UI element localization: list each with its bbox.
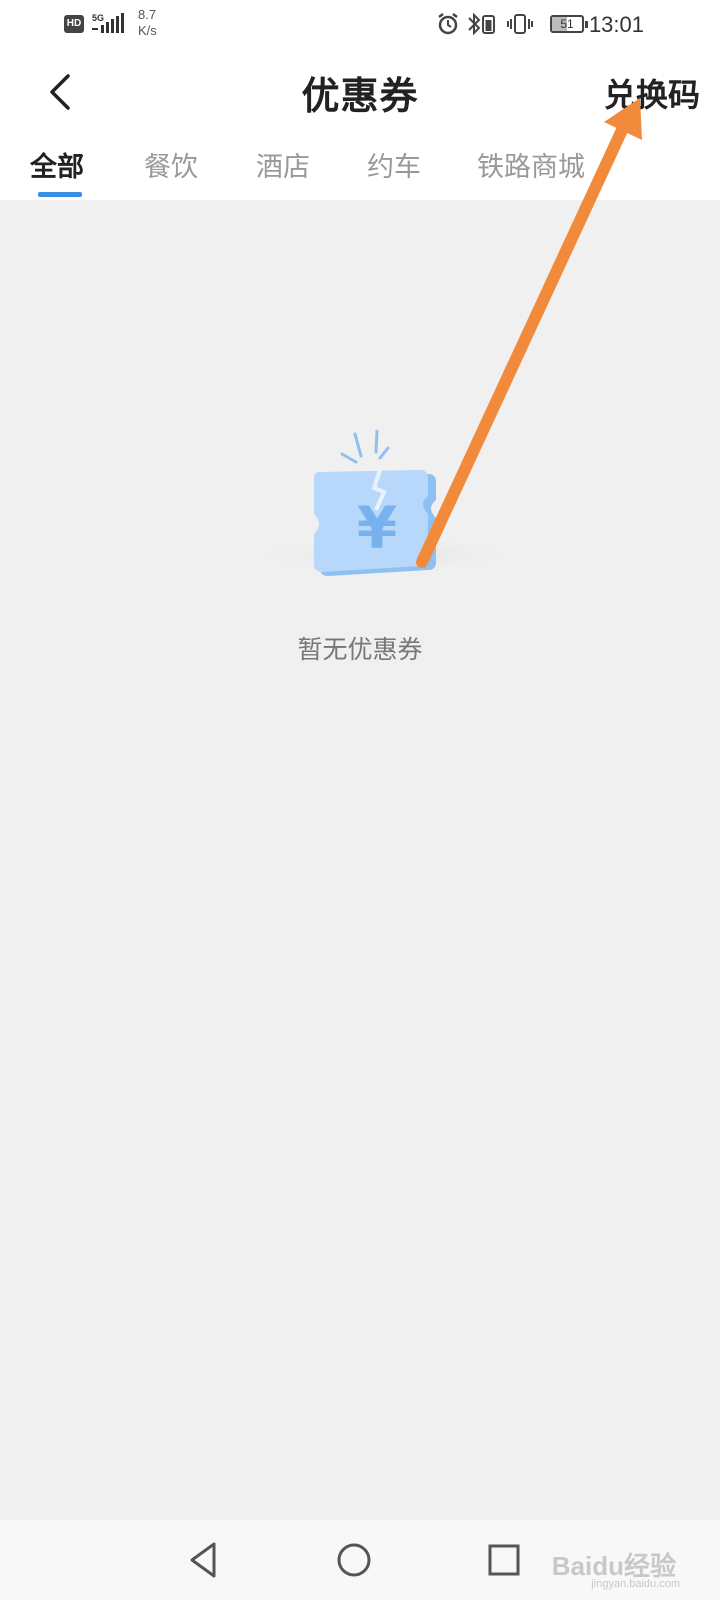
tab-hotel[interactable]: 酒店 [256, 145, 310, 184]
battery-level: 51 [560, 17, 574, 31]
watermark-url: jingyan.baidu.com [591, 1578, 680, 1590]
tab-ride[interactable]: 约车 [367, 145, 421, 184]
vibrate-icon [507, 14, 533, 34]
redeem-code-button[interactable]: 兑换码 [604, 70, 700, 116]
empty-message: 暂无优惠券 [297, 635, 423, 664]
network-speed-value: 8.7 [138, 7, 157, 22]
hd-indicator: HD [64, 15, 84, 33]
header: 优惠券 兑换码 [0, 50, 720, 130]
nav-recents-icon[interactable] [484, 1540, 524, 1580]
system-nav-bar: Baidu经验 jingyan.baidu.com [0, 1520, 720, 1600]
signal-icon [92, 13, 124, 33]
battery-indicator: 51 [550, 15, 588, 33]
coupon-yen-icon: ¥ [235, 430, 535, 577]
annotation-arrow [416, 98, 642, 568]
bluetooth-battery-icon [468, 12, 495, 36]
active-tab-indicator [38, 192, 82, 197]
clock: 13:01 [588, 12, 644, 37]
nav-back-icon[interactable] [184, 1540, 224, 1580]
network-speed-unit: K/s [138, 23, 157, 38]
network-speed: 8.7 K/s [138, 7, 157, 39]
status-bar: HD 5G 8.7 K/s 51 13:01 [0, 0, 720, 50]
tab-all[interactable]: 全部 [30, 145, 84, 184]
svg-text:¥: ¥ [357, 494, 397, 562]
tab-railway-mall[interactable]: 铁路商城 [477, 145, 585, 184]
nav-home-icon[interactable] [334, 1540, 374, 1580]
tab-dining[interactable]: 餐饮 [144, 145, 198, 184]
category-tabs: 全部 餐饮 酒店 约车 铁路商城 [0, 130, 720, 200]
alarm-icon [438, 13, 458, 35]
